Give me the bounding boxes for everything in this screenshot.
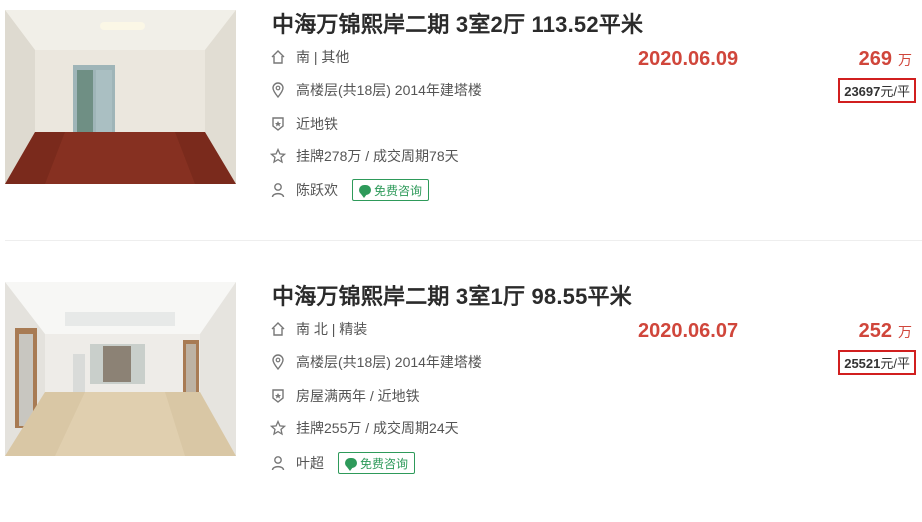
deal-date: 2020.06.09 <box>638 48 739 70</box>
orientation-row: 南 | 其他 <box>270 46 349 68</box>
total-price: 252 万 <box>859 320 912 343</box>
agent-name[interactable]: 陈跃欢 <box>296 180 338 200</box>
subway-shield-icon <box>270 388 286 404</box>
price-unit: 万 <box>898 52 912 68</box>
orientation-text: 南 | 其他 <box>296 49 350 65</box>
tag-text: 近地铁 <box>296 116 338 132</box>
deal-date: 2020.06.07 <box>638 320 739 342</box>
consult-label: 免费咨询 <box>360 456 409 471</box>
listing-photo[interactable] <box>5 10 236 184</box>
listing-card[interactable]: 中海万锦熙岸二期 3室1厅 98.55平米 南 北 | 精装 高楼层(共18层)… <box>0 282 922 522</box>
unit-price: 25521元/平 <box>838 350 916 375</box>
consult-label: 免费咨询 <box>374 183 423 198</box>
listing-info-row: 挂牌255万 / 成交周期24天 <box>270 417 459 439</box>
agent-name[interactable]: 叶超 <box>296 453 324 473</box>
total-price: 269 万 <box>859 48 912 71</box>
chat-icon <box>345 458 357 471</box>
listing-info-row: 挂牌278万 / 成交周期78天 <box>270 145 459 167</box>
total-price-value: 269 <box>858 48 892 70</box>
house-icon <box>270 49 286 65</box>
floor-row: 高楼层(共18层) 2014年建塔楼 <box>270 79 482 101</box>
unit-price-suffix: 元/平 <box>880 356 910 371</box>
subway-shield-icon <box>270 116 286 132</box>
location-icon <box>270 354 286 370</box>
unit-price-value: 23697 <box>844 84 881 99</box>
orientation-text: 南 北 | 精装 <box>296 321 368 337</box>
floor-row: 高楼层(共18层) 2014年建塔楼 <box>270 351 482 373</box>
star-icon <box>270 420 286 436</box>
listing-title[interactable]: 中海万锦熙岸二期 3室1厅 98.55平米 <box>272 279 632 311</box>
listing-card[interactable]: 中海万锦熙岸二期 3室2厅 113.52平米 南 | 其他 高楼层(共18层) … <box>0 10 922 250</box>
person-icon <box>270 455 286 471</box>
listing-info-text: 挂牌255万 / 成交周期24天 <box>296 420 459 436</box>
location-icon <box>270 82 286 98</box>
free-consult-button[interactable]: 免费咨询 <box>352 179 430 201</box>
star-icon <box>270 148 286 164</box>
listing-photo[interactable] <box>5 282 236 456</box>
floor-info-text: 高楼层(共18层) 2014年建塔楼 <box>296 354 482 370</box>
unit-price-value: 25521 <box>844 356 881 371</box>
chat-icon <box>359 185 371 198</box>
orientation-row: 南 北 | 精装 <box>270 318 367 340</box>
listing-divider <box>5 240 922 241</box>
agent-row: 陈跃欢 免费咨询 <box>270 179 430 201</box>
listing-info-text: 挂牌278万 / 成交周期78天 <box>296 148 459 164</box>
tag-row: 近地铁 <box>270 113 338 135</box>
tag-row: 房屋满两年 / 近地铁 <box>270 385 420 407</box>
price-unit: 万 <box>898 324 912 340</box>
total-price-value: 252 <box>858 320 892 342</box>
person-icon <box>270 182 286 198</box>
free-consult-button[interactable]: 免费咨询 <box>338 452 416 474</box>
unit-price-suffix: 元/平 <box>880 84 910 99</box>
listing-title[interactable]: 中海万锦熙岸二期 3室2厅 113.52平米 <box>272 7 643 39</box>
tag-text: 房屋满两年 / 近地铁 <box>296 388 420 404</box>
agent-row: 叶超 免费咨询 <box>270 452 416 474</box>
house-icon <box>270 321 286 337</box>
unit-price: 23697元/平 <box>838 78 916 103</box>
floor-info-text: 高楼层(共18层) 2014年建塔楼 <box>296 82 482 98</box>
